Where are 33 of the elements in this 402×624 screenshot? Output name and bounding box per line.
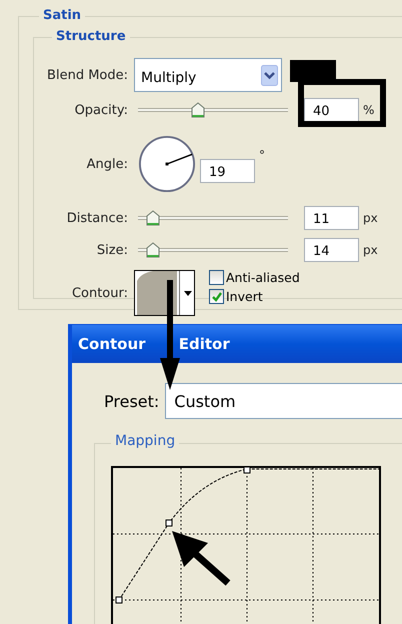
curve-point[interactable] [116,596,122,604]
dropdown-arrow-icon [184,290,192,296]
unit-label: px [363,243,378,257]
preset-dropdown[interactable]: Custom [165,383,402,419]
checkbox-label: Anti-aliased [226,270,300,285]
curve-point[interactable] [166,520,172,526]
value-field[interactable]: 40 [304,98,359,122]
value-field[interactable]: 11 [304,206,359,230]
field-label: Blend Mode: [46,68,129,82]
slider-thumb[interactable] [146,242,160,258]
window-title: Contour Editor [78,335,230,353]
checkbox[interactable] [209,270,224,285]
field-label: Distance: [66,210,129,226]
unit-label: ° [259,148,265,162]
group-title: Mapping [111,433,180,449]
curve-point[interactable] [244,466,250,474]
unit-label: px [363,211,378,225]
field-label: Opacity: [74,102,129,118]
slider-thumb[interactable] [191,102,205,118]
field-label: Contour: [70,286,129,301]
unit-label: % [363,103,374,117]
slider-thumb[interactable] [146,210,160,226]
checkbox[interactable] [209,289,224,304]
blend-mode-dropdown[interactable]: Multiply [134,58,282,92]
annotation-arrow [172,531,232,587]
contour-picker[interactable] [134,270,195,316]
checkbox-label: Invert [226,289,263,304]
angle-dial-icon[interactable] [138,135,196,193]
angle-field[interactable]: 19 [200,159,255,183]
field-label: Preset: [104,392,160,410]
field-label: Angle: [86,156,129,172]
value-field[interactable]: 14 [304,238,359,262]
field-label: Size: [96,242,129,258]
